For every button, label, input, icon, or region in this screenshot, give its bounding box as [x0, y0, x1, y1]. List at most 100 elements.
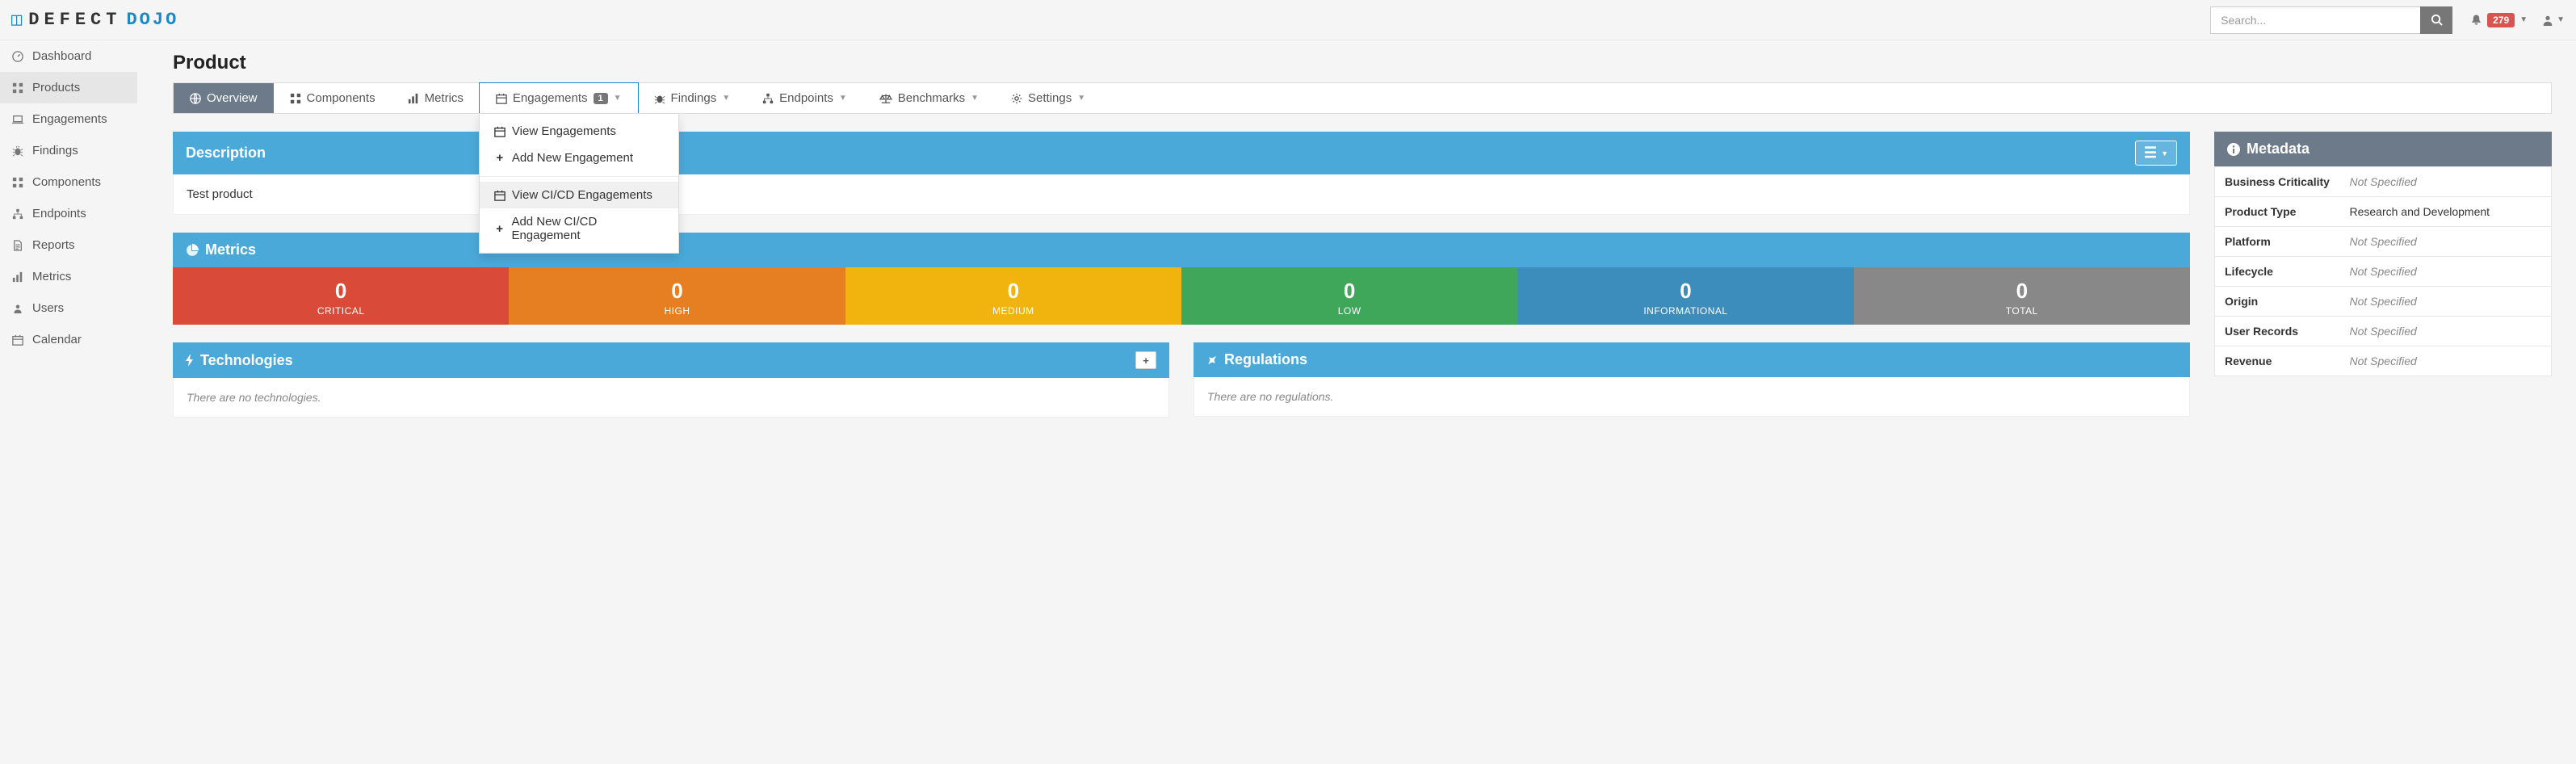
metadata-row: Business CriticalityNot Specified [2215, 167, 2552, 197]
technologies-add-button[interactable]: + [1135, 351, 1156, 369]
globe-icon [190, 93, 201, 104]
panel-title: Metrics [205, 241, 256, 258]
panel-title: Description [186, 145, 266, 162]
sidebar-item-label: Dashboard [32, 49, 91, 63]
tab-metrics[interactable]: Metrics [392, 83, 480, 113]
metric-critical[interactable]: 0 CRITICAL [173, 267, 509, 325]
sidebar-item-calendar[interactable]: Calendar [0, 324, 137, 355]
logo-glyph-icon: ◫ [11, 10, 23, 31]
metadata-label: Product Type [2215, 197, 2340, 227]
metric-total[interactable]: 0 TOTAL [1854, 267, 2190, 325]
sidebar-item-components[interactable]: Components [0, 166, 137, 198]
metric-low[interactable]: 0 LOW [1181, 267, 1517, 325]
metric-high[interactable]: 0 HIGH [509, 267, 845, 325]
pie-chart-icon [186, 244, 199, 257]
sidebar-item-endpoints[interactable]: Endpoints [0, 198, 137, 229]
dropdown-divider [480, 176, 678, 177]
sidebar-item-dashboard[interactable]: Dashboard [0, 40, 137, 72]
plus-icon: + [494, 222, 506, 236]
metadata-label: Platform [2215, 227, 2340, 257]
engagements-dropdown: View Engagements + Add New Engagement Vi… [479, 113, 679, 254]
sidebar-item-label: Components [32, 175, 101, 189]
sidebar-item-reports[interactable]: Reports [0, 229, 137, 261]
menu-view-cicd-engagements[interactable]: View CI/CD Engagements [480, 182, 678, 208]
tab-label: Overview [207, 91, 258, 105]
tab-endpoints[interactable]: Endpoints ▼ [746, 83, 863, 113]
sitemap-icon [762, 93, 774, 104]
notification-count-badge: 279 [2487, 13, 2515, 27]
sidebar-item-findings[interactable]: Findings [0, 135, 137, 166]
topbar: ◫ DEFECT DOJO 279 ▼ ▼ [0, 0, 2576, 40]
calendar-icon [11, 334, 24, 346]
metadata-row: RevenueNot Specified [2215, 346, 2552, 376]
metadata-value: Research and Development [2340, 197, 2552, 227]
search-input[interactable] [2210, 6, 2420, 34]
caret-down-icon: ▼ [971, 94, 979, 103]
metadata-row: OriginNot Specified [2215, 287, 2552, 317]
description-options-button[interactable]: ☰ ▼ [2135, 141, 2177, 166]
sidebar-item-label: Findings [32, 144, 78, 157]
menu-add-cicd-engagement[interactable]: + Add New CI/CD Engagement [480, 208, 678, 249]
sidebar-item-metrics[interactable]: Metrics [0, 261, 137, 292]
calendar-icon [494, 126, 506, 137]
grid-icon [11, 177, 24, 188]
metric-label: LOW [1181, 305, 1517, 317]
metric-informational[interactable]: 0 INFORMATIONAL [1517, 267, 1853, 325]
tab-components[interactable]: Components [274, 83, 392, 113]
menu-item-label: View Engagements [512, 124, 616, 138]
caret-down-icon: ▼ [2161, 149, 2168, 157]
tab-overview[interactable]: Overview [174, 83, 274, 113]
metadata-table: Business CriticalityNot Specified Produc… [2214, 166, 2552, 376]
metadata-row: PlatformNot Specified [2215, 227, 2552, 257]
logo[interactable]: ◫ DEFECT DOJO [11, 10, 178, 31]
tab-engagements[interactable]: Engagements 1 ▼ View Engagements + Add N… [479, 82, 639, 114]
sidebar-item-label: Endpoints [32, 207, 86, 220]
caret-down-icon: ▼ [1077, 94, 1085, 103]
user-menu[interactable]: ▼ [2542, 14, 2565, 27]
metric-label: HIGH [509, 305, 845, 317]
notifications[interactable]: 279 ▼ [2470, 13, 2528, 27]
search-button[interactable] [2420, 6, 2452, 34]
technologies-panel-body: There are no technologies. [173, 378, 1169, 418]
metric-value: 0 [1517, 279, 1853, 304]
metadata-panel-header: Metadata [2214, 132, 2552, 166]
caret-down-icon: ▼ [722, 94, 730, 103]
content: Product Overview Components Metrics Enga… [137, 40, 2576, 525]
description-panel-header: Description ☰ ▼ [173, 132, 2190, 174]
bug-icon [654, 93, 665, 104]
tab-findings[interactable]: Findings ▼ [638, 83, 747, 113]
tab-label: Benchmarks [898, 91, 965, 105]
menu-item-label: Add New Engagement [512, 151, 633, 165]
sidebar-item-label: Products [32, 81, 80, 94]
sidebar-item-users[interactable]: Users [0, 292, 137, 324]
search-icon [2431, 14, 2443, 26]
metric-value: 0 [1181, 279, 1517, 304]
caret-down-icon: ▼ [2519, 15, 2528, 24]
sidebar-item-label: Calendar [32, 333, 82, 346]
logo-text-dojo: DOJO [126, 10, 178, 30]
logo-text-defect: DEFECT [28, 10, 121, 30]
caret-down-icon: ▼ [839, 94, 847, 103]
tab-benchmarks[interactable]: Benchmarks ▼ [863, 83, 995, 113]
plus-icon: + [1143, 355, 1149, 367]
tab-label: Engagements [513, 91, 588, 105]
menu-add-engagement[interactable]: + Add New Engagement [480, 145, 678, 171]
sidebar-item-engagements[interactable]: Engagements [0, 103, 137, 135]
metric-label: INFORMATIONAL [1517, 305, 1853, 317]
dashboard-icon [11, 51, 24, 62]
tab-label: Endpoints [779, 91, 833, 105]
metric-medium[interactable]: 0 MEDIUM [845, 267, 1181, 325]
calendar-icon [494, 190, 506, 201]
metadata-row: Product TypeResearch and Development [2215, 197, 2552, 227]
sidebar-item-label: Reports [32, 238, 75, 252]
bar-chart-icon [11, 271, 24, 283]
menu-view-engagements[interactable]: View Engagements [480, 118, 678, 145]
metrics-panel-header: Metrics [173, 233, 2190, 267]
sidebar-item-products[interactable]: Products [0, 72, 137, 103]
tab-settings[interactable]: Settings ▼ [995, 83, 1101, 113]
panel-title: Technologies [200, 352, 293, 369]
products-icon [11, 82, 24, 94]
metrics-row: 0 CRITICAL 0 HIGH 0 MEDIUM 0 LOW [173, 267, 2190, 325]
plus-icon: + [494, 151, 506, 165]
metadata-row: User RecordsNot Specified [2215, 317, 2552, 346]
